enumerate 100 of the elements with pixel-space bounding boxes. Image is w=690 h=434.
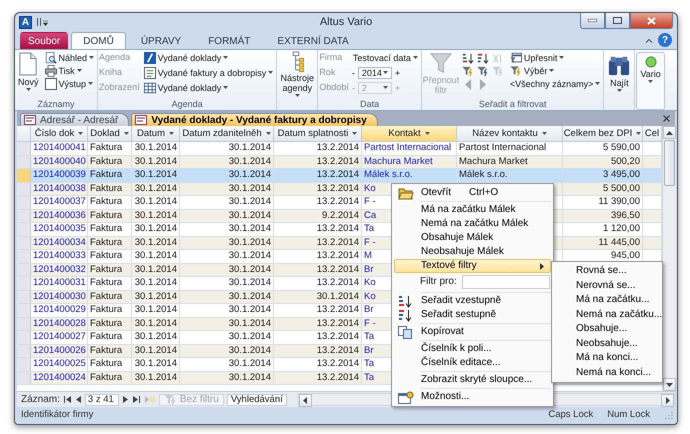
table-cell: 3 495,00 — [563, 169, 643, 182]
table-cell: Faktura — [88, 142, 132, 154]
table-cell: 13.2.2014 — [274, 196, 362, 208]
table-cell: 1201400037 — [31, 196, 88, 208]
table-cell: 11 445,00 — [563, 236, 643, 249]
table-cell: 1 120,00 — [563, 223, 643, 236]
table-cell: 30.1.2014 — [180, 196, 274, 208]
field-label: Agenda — [99, 51, 132, 64]
table-cell: 13.2.2014 — [274, 142, 362, 154]
status-text: Identifikátor firmy — [21, 408, 94, 420]
table-cell: Faktura — [88, 223, 132, 236]
table-cell: 1201400024 — [31, 372, 88, 384]
table-cell: 30.1.2014 — [274, 290, 362, 303]
table-cell: 30.1.2014 — [132, 264, 180, 276]
table-cell: 1201400036 — [31, 210, 88, 222]
table-cell: 1201400030 — [31, 290, 88, 303]
table-cell: 1201400040 — [31, 156, 88, 168]
table-cell: 30.1.2014 — [132, 304, 180, 316]
table-cell: 5 590,00 — [563, 142, 643, 154]
table-cell: 1201400034 — [31, 236, 88, 249]
table-cell: 30.1.2014 — [132, 182, 180, 195]
group-label: Data — [360, 98, 380, 110]
table-cell: Faktura — [88, 236, 132, 249]
table-cell: 13.2.2014 — [274, 304, 362, 316]
table-cell: 1201400031 — [31, 277, 88, 290]
table-cell: 500,20 — [563, 156, 643, 168]
table-cell: 30.1.2014 — [132, 223, 180, 236]
table-cell: 30.1.2014 — [180, 264, 274, 276]
record-label: Záznam: — [21, 394, 60, 405]
table-cell: Faktura — [88, 304, 132, 316]
table-cell: Faktura — [88, 290, 132, 303]
table-cell: 30.1.2014 — [132, 169, 180, 182]
table-cell: 1201400029 — [31, 304, 88, 316]
filter-label: Filtr pro: — [420, 276, 457, 287]
table-cell: 30.1.2014 — [132, 142, 180, 154]
table-cell: 30.1.2014 — [132, 318, 180, 330]
table-cell: 30.1.2014 — [180, 236, 274, 249]
table-cell: 9.2.2014 — [274, 210, 362, 222]
table-cell: Faktura — [88, 344, 132, 357]
table-cell: 1201400026 — [31, 344, 88, 357]
table-cell: Faktura — [88, 331, 132, 344]
table-cell: 1201400038 — [31, 182, 88, 195]
table-cell: 30.1.2014 — [132, 250, 180, 262]
table-cell: Faktura — [88, 372, 132, 384]
table-cell: 13.2.2014 — [274, 182, 362, 195]
table-cell: Machura Market — [457, 156, 563, 168]
status-indicator: Caps Lock — [548, 408, 594, 420]
table-cell: Faktura — [88, 196, 132, 208]
table-cell: 13.2.2014 — [274, 277, 362, 290]
table-cell: 30.1.2014 — [132, 344, 180, 357]
table-cell: Málek s.r.o. — [457, 169, 563, 182]
table-cell: 30.1.2014 — [180, 277, 274, 290]
table-cell: 13.2.2014 — [274, 156, 362, 168]
table-cell: 13.2.2014 — [274, 169, 362, 182]
table-cell: 13.2.2014 — [274, 331, 362, 344]
table-cell: 11 390,00 — [563, 196, 643, 208]
table-cell: 30.1.2014 — [132, 236, 180, 249]
field-label: Zobrazení — [99, 81, 140, 94]
table-cell: 1201400041 — [31, 142, 88, 154]
table-cell: Faktura — [88, 156, 132, 168]
table-cell: Partost Internacional — [362, 142, 457, 154]
table-cell: Faktura — [88, 250, 132, 262]
table-cell: 13.2.2014 — [274, 344, 362, 357]
table-cell: Faktura — [88, 277, 132, 290]
table-cell: 30.1.2014 — [132, 372, 180, 384]
table-cell: 30.1.2014 — [180, 169, 274, 182]
table-cell: 13.2.2014 — [274, 372, 362, 384]
table-cell: Faktura — [88, 182, 132, 195]
table-cell: 1201400027 — [31, 331, 88, 344]
table-cell: 396,50 — [563, 210, 643, 222]
table-cell: 30.1.2014 — [180, 331, 274, 344]
table-cell: 1201400028 — [31, 318, 88, 330]
table-cell: 30.1.2014 — [180, 156, 274, 168]
table-cell: 30.1.2014 — [180, 182, 274, 195]
table-cell: 30.1.2014 — [132, 290, 180, 303]
table-cell: 30.1.2014 — [180, 372, 274, 384]
table-cell: 30.1.2014 — [132, 331, 180, 344]
table-cell: 30.1.2014 — [132, 358, 180, 370]
table-cell: Partost Internacional — [457, 142, 563, 154]
table-cell: 13.2.2014 — [274, 358, 362, 370]
table-cell: 30.1.2014 — [132, 210, 180, 222]
table-cell: 30.1.2014 — [180, 250, 274, 262]
table-cell: 30.1.2014 — [180, 304, 274, 316]
table-cell: 30.1.2014 — [132, 277, 180, 290]
table-cell: Faktura — [88, 210, 132, 222]
table-cell: 30.1.2014 — [180, 210, 274, 222]
table-cell: 1201400039 — [31, 169, 88, 182]
group-label: Seřadit a filtrovat — [478, 98, 546, 110]
table-cell: 1201400032 — [31, 264, 88, 276]
table-cell: Faktura — [88, 318, 132, 330]
table-cell: 13.2.2014 — [274, 223, 362, 236]
table-cell: 30.1.2014 — [180, 223, 274, 236]
field-label: Rok — [319, 66, 336, 79]
table-cell: Málek s.r.o. — [362, 169, 457, 182]
table-cell: 30.1.2014 — [180, 142, 274, 154]
table-cell: 13.2.2014 — [274, 250, 362, 262]
field-label: Kniha — [99, 66, 124, 79]
table-cell: Faktura — [88, 264, 132, 276]
table-cell: 1201400033 — [31, 250, 88, 262]
table-cell: 13.2.2014 — [274, 264, 362, 276]
